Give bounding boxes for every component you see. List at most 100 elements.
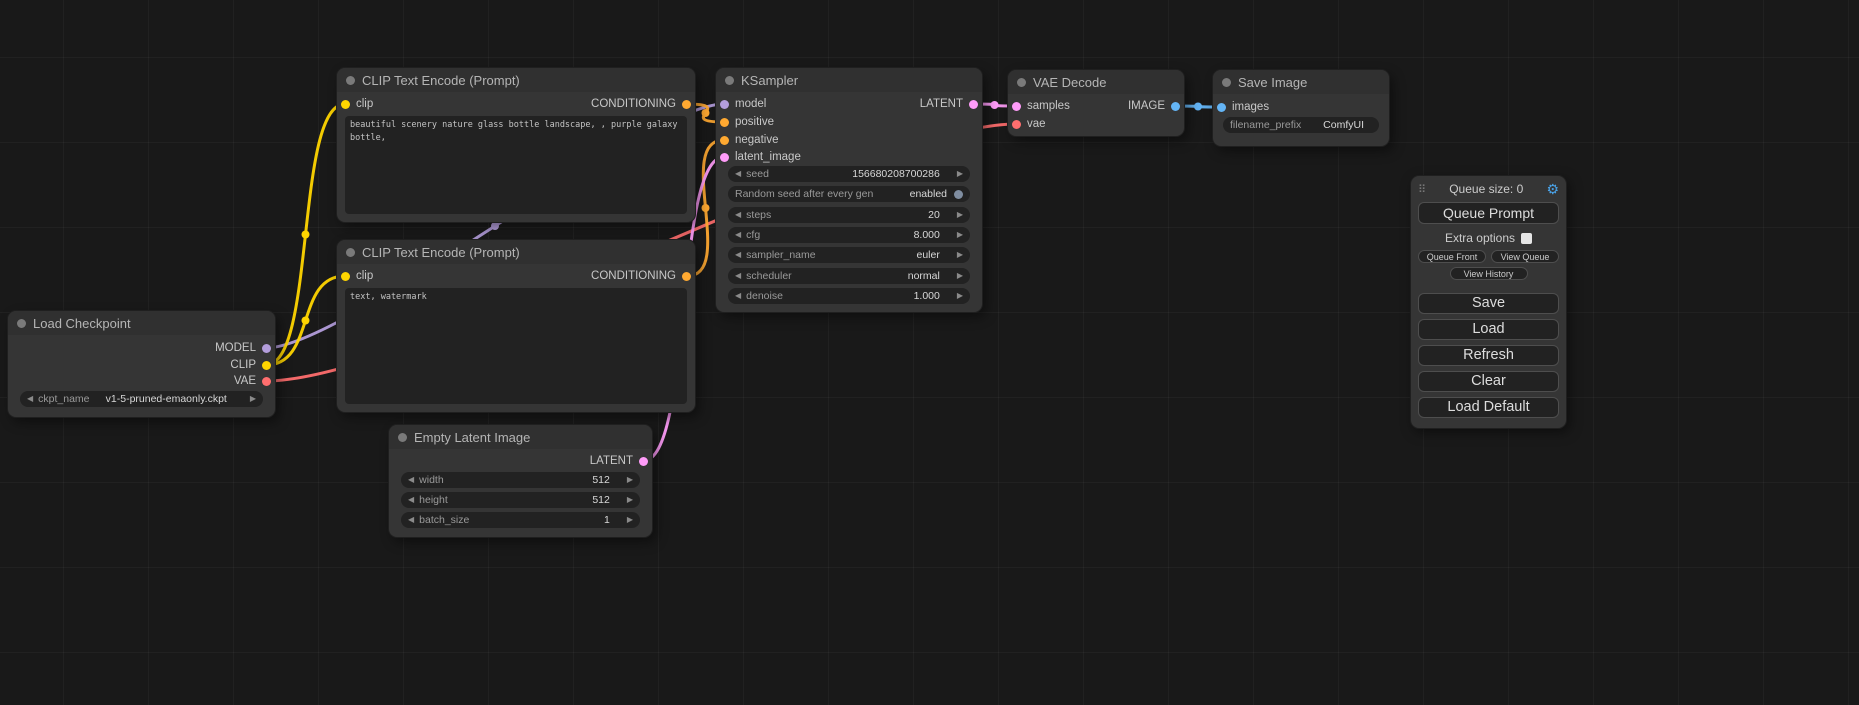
node-clip-text-encode-negative[interactable]: CLIP Text Encode (Prompt) clip CONDITION… — [337, 240, 695, 412]
output-slot-latent[interactable]: LATENT — [590, 454, 648, 468]
output-slot-conditioning[interactable]: CONDITIONING — [591, 97, 691, 111]
node-header[interactable]: CLIP Text Encode (Prompt) — [337, 68, 695, 92]
collapse-toggle-icon[interactable] — [346, 76, 355, 85]
input-slot-positive[interactable]: positive — [720, 115, 774, 129]
widget-height[interactable]: ◀ height 512 ▶ — [401, 492, 640, 508]
slot-dot-latent[interactable] — [720, 153, 729, 162]
slot-dot-conditioning[interactable] — [720, 118, 729, 127]
view-history-button[interactable]: View History — [1450, 267, 1528, 280]
queue-panel[interactable]: ⠿ Queue size: 0 ⚙ Queue Prompt Extra opt… — [1411, 176, 1566, 428]
slot-dot-latent[interactable] — [639, 457, 648, 466]
increment-arrow-icon[interactable]: ▶ — [957, 170, 963, 178]
settings-gear-icon[interactable]: ⚙ — [1546, 181, 1559, 198]
slot-dot-conditioning[interactable] — [682, 100, 691, 109]
slot-dot-latent[interactable] — [969, 100, 978, 109]
slot-dot-clip[interactable] — [262, 361, 271, 370]
queue-panel-header[interactable]: ⠿ Queue size: 0 ⚙ — [1418, 180, 1559, 198]
increment-arrow-icon[interactable]: ▶ — [627, 496, 633, 504]
decrement-arrow-icon[interactable]: ◀ — [735, 292, 741, 300]
collapse-toggle-icon[interactable] — [346, 248, 355, 257]
slot-dot-model[interactable] — [262, 344, 271, 353]
extra-options-checkbox[interactable] — [1521, 233, 1532, 244]
save-button[interactable]: Save — [1418, 293, 1559, 314]
decrement-arrow-icon[interactable]: ◀ — [408, 516, 414, 524]
slot-dot-latent[interactable] — [1012, 102, 1021, 111]
increment-arrow-icon[interactable]: ▶ — [627, 516, 633, 524]
slot-dot-image[interactable] — [1171, 102, 1180, 111]
clear-button[interactable]: Clear — [1418, 371, 1559, 392]
input-slot-vae[interactable]: vae — [1012, 117, 1046, 131]
decrement-arrow-icon[interactable]: ◀ — [735, 272, 741, 280]
node-clip-text-encode-positive[interactable]: CLIP Text Encode (Prompt) clip CONDITION… — [337, 68, 695, 222]
decrement-arrow-icon[interactable]: ◀ — [735, 251, 741, 259]
input-slot-samples[interactable]: samples — [1012, 99, 1070, 113]
output-slot-image[interactable]: IMAGE — [1128, 99, 1180, 113]
output-slot-vae[interactable]: VAE — [234, 374, 271, 388]
widget-seed[interactable]: ◀ seed 156680208700286 ▶ — [728, 166, 970, 182]
node-empty-latent-image[interactable]: Empty Latent Image LATENT ◀ width 512 ▶ … — [389, 425, 652, 537]
input-slot-images[interactable]: images — [1217, 100, 1269, 114]
slot-dot-model[interactable] — [720, 100, 729, 109]
widget-steps[interactable]: ◀ steps 20 ▶ — [728, 207, 970, 223]
slot-dot-vae[interactable] — [1012, 120, 1021, 129]
node-save-image[interactable]: Save Image images filename_prefix ComfyU… — [1213, 70, 1389, 146]
node-header[interactable]: VAE Decode — [1008, 70, 1184, 94]
widget-scheduler[interactable]: ◀ scheduler normal ▶ — [728, 268, 970, 284]
negative-prompt-textarea[interactable]: text, watermark — [345, 288, 687, 404]
queue-prompt-button[interactable]: Queue Prompt — [1418, 202, 1559, 224]
input-slot-clip[interactable]: clip — [341, 269, 373, 283]
output-slot-latent[interactable]: LATENT — [920, 97, 978, 111]
increment-arrow-icon[interactable]: ▶ — [957, 231, 963, 239]
widget-width[interactable]: ◀ width 512 ▶ — [401, 472, 640, 488]
slot-dot-clip[interactable] — [341, 100, 350, 109]
node-ksampler[interactable]: KSampler model LATENT positive negative … — [716, 68, 982, 312]
widget-batch-size[interactable]: ◀ batch_size 1 ▶ — [401, 512, 640, 528]
decrement-arrow-icon[interactable]: ◀ — [27, 395, 33, 403]
node-header[interactable]: Empty Latent Image — [389, 425, 652, 449]
widget-cfg[interactable]: ◀ cfg 8.000 ▶ — [728, 227, 970, 243]
slot-dot-conditioning[interactable] — [720, 136, 729, 145]
decrement-arrow-icon[interactable]: ◀ — [735, 170, 741, 178]
slot-dot-vae[interactable] — [262, 377, 271, 386]
view-queue-button[interactable]: View Queue — [1491, 250, 1559, 263]
input-slot-clip[interactable]: clip — [341, 97, 373, 111]
decrement-arrow-icon[interactable]: ◀ — [408, 496, 414, 504]
widget-ckpt-name[interactable]: ◀ ckpt_name v1-5-pruned-emaonly.ckpt ▶ — [20, 391, 263, 407]
queue-front-button[interactable]: Queue Front — [1418, 250, 1486, 263]
node-header[interactable]: Load Checkpoint — [8, 311, 275, 335]
node-header[interactable]: KSampler — [716, 68, 982, 92]
slot-dot-clip[interactable] — [341, 272, 350, 281]
collapse-toggle-icon[interactable] — [17, 319, 26, 328]
collapse-toggle-icon[interactable] — [1017, 78, 1026, 87]
collapse-toggle-icon[interactable] — [398, 433, 407, 442]
input-slot-negative[interactable]: negative — [720, 133, 778, 147]
decrement-arrow-icon[interactable]: ◀ — [735, 231, 741, 239]
node-load-checkpoint[interactable]: Load Checkpoint MODEL CLIP VAE ◀ ckpt_na… — [8, 311, 275, 417]
increment-arrow-icon[interactable]: ▶ — [957, 211, 963, 219]
input-slot-latent-image[interactable]: latent_image — [720, 150, 801, 164]
collapse-toggle-icon[interactable] — [1222, 78, 1231, 87]
input-slot-model[interactable]: model — [720, 97, 766, 111]
decrement-arrow-icon[interactable]: ◀ — [735, 211, 741, 219]
slot-dot-conditioning[interactable] — [682, 272, 691, 281]
widget-filename-prefix[interactable]: filename_prefix ComfyUI — [1223, 117, 1379, 133]
node-header[interactable]: Save Image — [1213, 70, 1389, 94]
widget-random-seed-toggle[interactable]: Random seed after every gen enabled — [728, 186, 970, 202]
drag-handle-icon[interactable]: ⠿ — [1418, 183, 1426, 196]
increment-arrow-icon[interactable]: ▶ — [957, 251, 963, 259]
increment-arrow-icon[interactable]: ▶ — [627, 476, 633, 484]
increment-arrow-icon[interactable]: ▶ — [957, 292, 963, 300]
increment-arrow-icon[interactable]: ▶ — [250, 395, 256, 403]
node-header[interactable]: CLIP Text Encode (Prompt) — [337, 240, 695, 264]
toggle-dot-icon[interactable] — [954, 190, 963, 199]
widget-sampler-name[interactable]: ◀ sampler_name euler ▶ — [728, 247, 970, 263]
refresh-button[interactable]: Refresh — [1418, 345, 1559, 366]
widget-denoise[interactable]: ◀ denoise 1.000 ▶ — [728, 288, 970, 304]
output-slot-model[interactable]: MODEL — [215, 341, 271, 355]
output-slot-conditioning[interactable]: CONDITIONING — [591, 269, 691, 283]
slot-dot-image[interactable] — [1217, 103, 1226, 112]
output-slot-clip[interactable]: CLIP — [230, 358, 271, 372]
node-vae-decode[interactable]: VAE Decode samples IMAGE vae — [1008, 70, 1184, 136]
decrement-arrow-icon[interactable]: ◀ — [408, 476, 414, 484]
load-default-button[interactable]: Load Default — [1418, 397, 1559, 418]
